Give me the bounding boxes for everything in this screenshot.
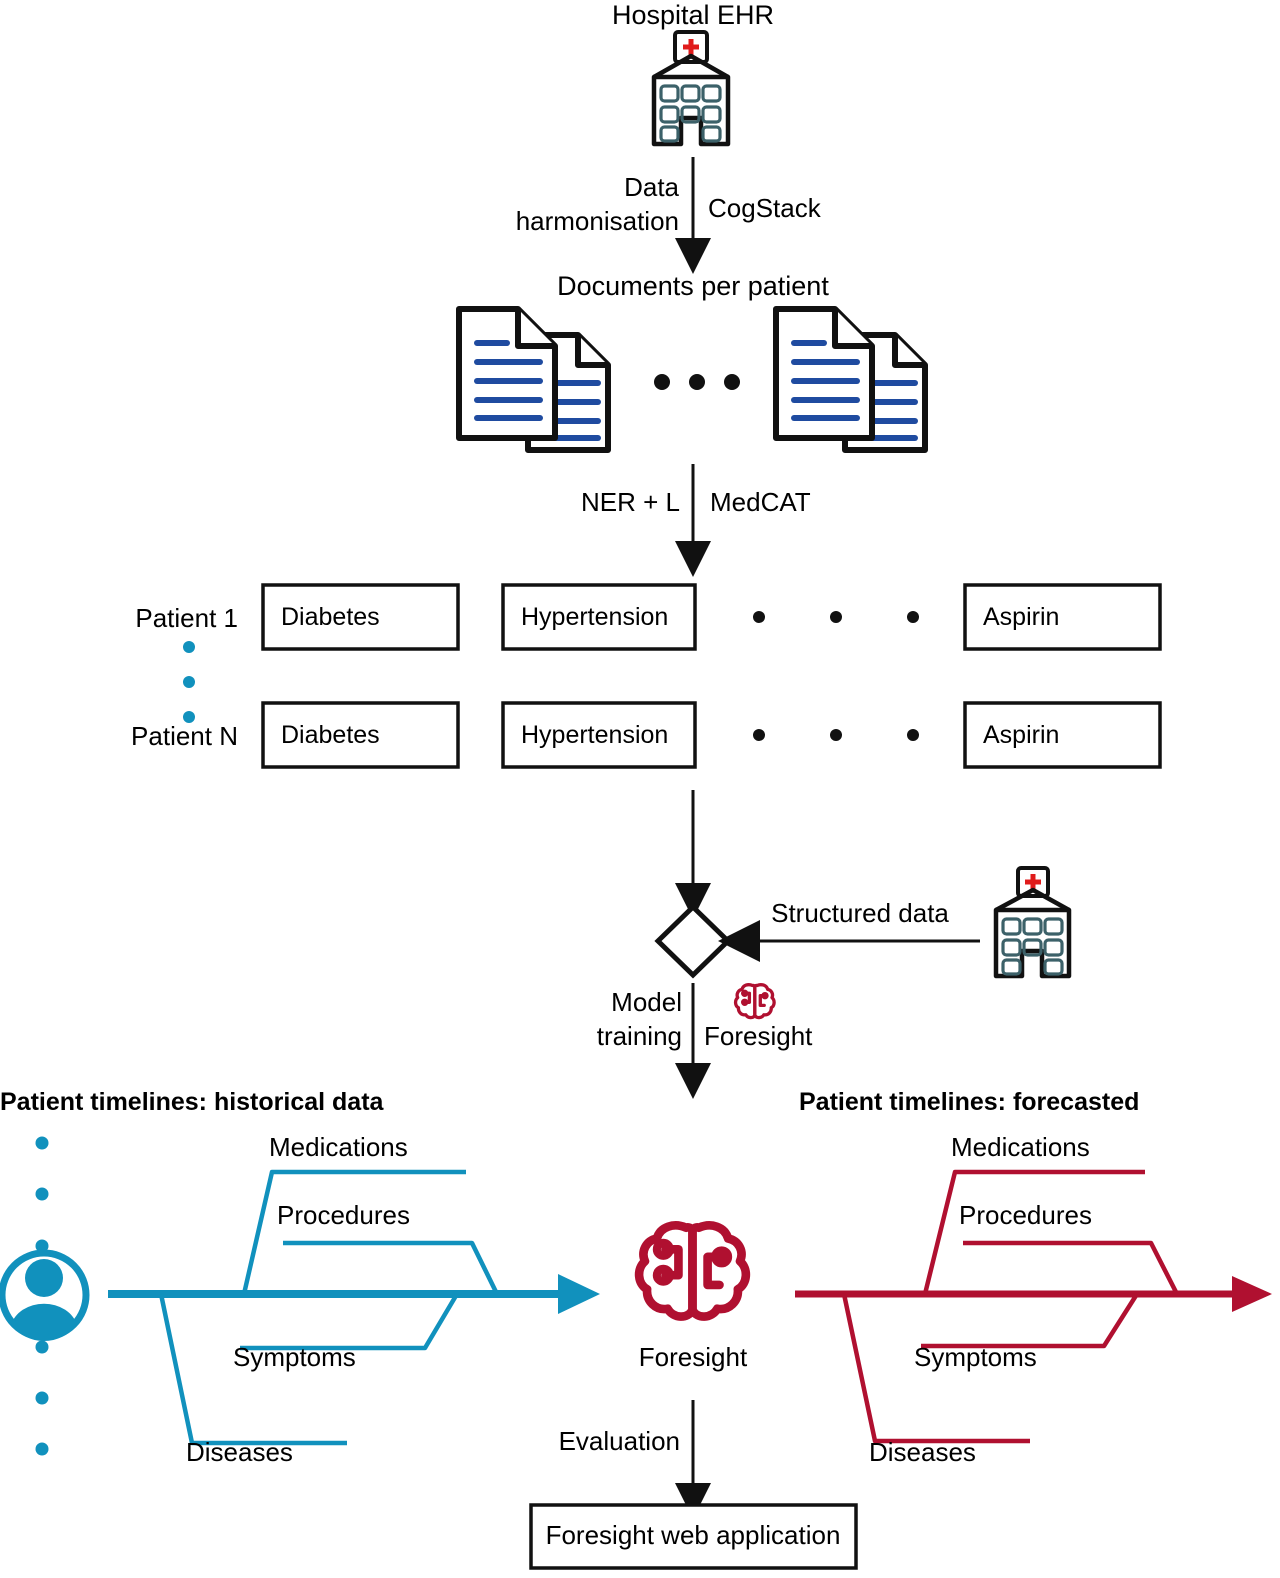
diagram-canvas: Hospital EHR Data harmonisation CogStack… bbox=[0, 0, 1280, 1578]
patient-n-cell-hypertension[interactable]: Hypertension bbox=[503, 703, 695, 767]
historical-timeline-axis bbox=[108, 1274, 600, 1314]
patient-1-cell-aspirin[interactable]: Aspirin bbox=[965, 585, 1160, 649]
diamond-merge-node bbox=[654, 903, 732, 979]
patient-row-label-1: Patient 1 bbox=[135, 603, 238, 633]
patient-1-cell-hypertension[interactable]: Hypertension bbox=[503, 585, 695, 649]
hospital-icon bbox=[651, 30, 731, 147]
forecasted-timeline-axis bbox=[795, 1276, 1272, 1312]
brain-icon-small bbox=[733, 983, 776, 1020]
edge-label-model-training-line1: Model bbox=[611, 987, 682, 1017]
documents-per-patient-label: Documents per patient bbox=[557, 271, 829, 301]
brain-icon-large bbox=[634, 1221, 751, 1321]
edge-label-cogstack: CogStack bbox=[708, 193, 821, 223]
forecasted-track-medications bbox=[922, 1169, 1145, 1295]
edge-label-evaluation: Evaluation bbox=[558, 1426, 680, 1456]
forecasted-label-procedures: Procedures bbox=[959, 1200, 1092, 1230]
documents-ellipsis bbox=[654, 374, 740, 390]
forecasted-label-symptoms: Symptoms bbox=[914, 1342, 1037, 1372]
patient-rows-ellipsis bbox=[183, 641, 195, 723]
documents-icon-left bbox=[456, 306, 611, 453]
forecasted-track-symptoms bbox=[921, 1292, 1139, 1349]
historical-timeline-title: Patient timelines: historical data bbox=[0, 1088, 384, 1116]
historical-label-diseases: Diseases bbox=[186, 1437, 293, 1467]
edge-label-foresight: Foresight bbox=[704, 1021, 813, 1051]
foresight-brain-label: Foresight bbox=[638, 1342, 748, 1372]
edge-label-data-harmonisation-line1: Data bbox=[624, 172, 679, 202]
patient-1-cell-diabetes[interactable]: Diabetes bbox=[263, 585, 458, 649]
patient-row-label-n: Patient N bbox=[131, 721, 238, 751]
historical-track-symptoms bbox=[240, 1292, 459, 1351]
edge-label-structured-data: Structured data bbox=[771, 898, 949, 928]
historical-label-medications: Medications bbox=[269, 1132, 408, 1162]
forecasted-label-diseases: Diseases bbox=[869, 1437, 976, 1467]
row-n-ellipsis bbox=[753, 729, 919, 741]
documents-icon-right bbox=[773, 306, 928, 453]
foresight-web-app-label[interactable]: Foresight web application bbox=[546, 1520, 841, 1550]
patient-avatar-icon bbox=[0, 1249, 90, 1342]
historical-track-medications bbox=[241, 1169, 466, 1295]
forecasted-label-medications: Medications bbox=[951, 1132, 1090, 1162]
forecasted-track-procedures bbox=[963, 1240, 1180, 1296]
hospital-icon-structured bbox=[993, 866, 1072, 979]
edge-label-medcat: MedCAT bbox=[710, 487, 811, 517]
patient-n-cell-diabetes[interactable]: Diabetes bbox=[263, 703, 458, 767]
patient-n-cell-aspirin[interactable]: Aspirin bbox=[965, 703, 1160, 767]
edge-label-ner: NER + L bbox=[581, 487, 680, 517]
edge-label-model-training-line2: training bbox=[596, 1021, 682, 1051]
hospital-ehr-label: Hospital EHR bbox=[611, 0, 775, 30]
row-1-ellipsis bbox=[753, 611, 919, 623]
historical-label-procedures: Procedures bbox=[277, 1200, 410, 1230]
edge-label-data-harmonisation-line2: harmonisation bbox=[515, 206, 679, 236]
historical-track-procedures bbox=[283, 1240, 500, 1295]
historical-label-symptoms: Symptoms bbox=[233, 1342, 356, 1372]
forecasted-timeline-title: Patient timelines: forecasted bbox=[799, 1088, 1140, 1116]
